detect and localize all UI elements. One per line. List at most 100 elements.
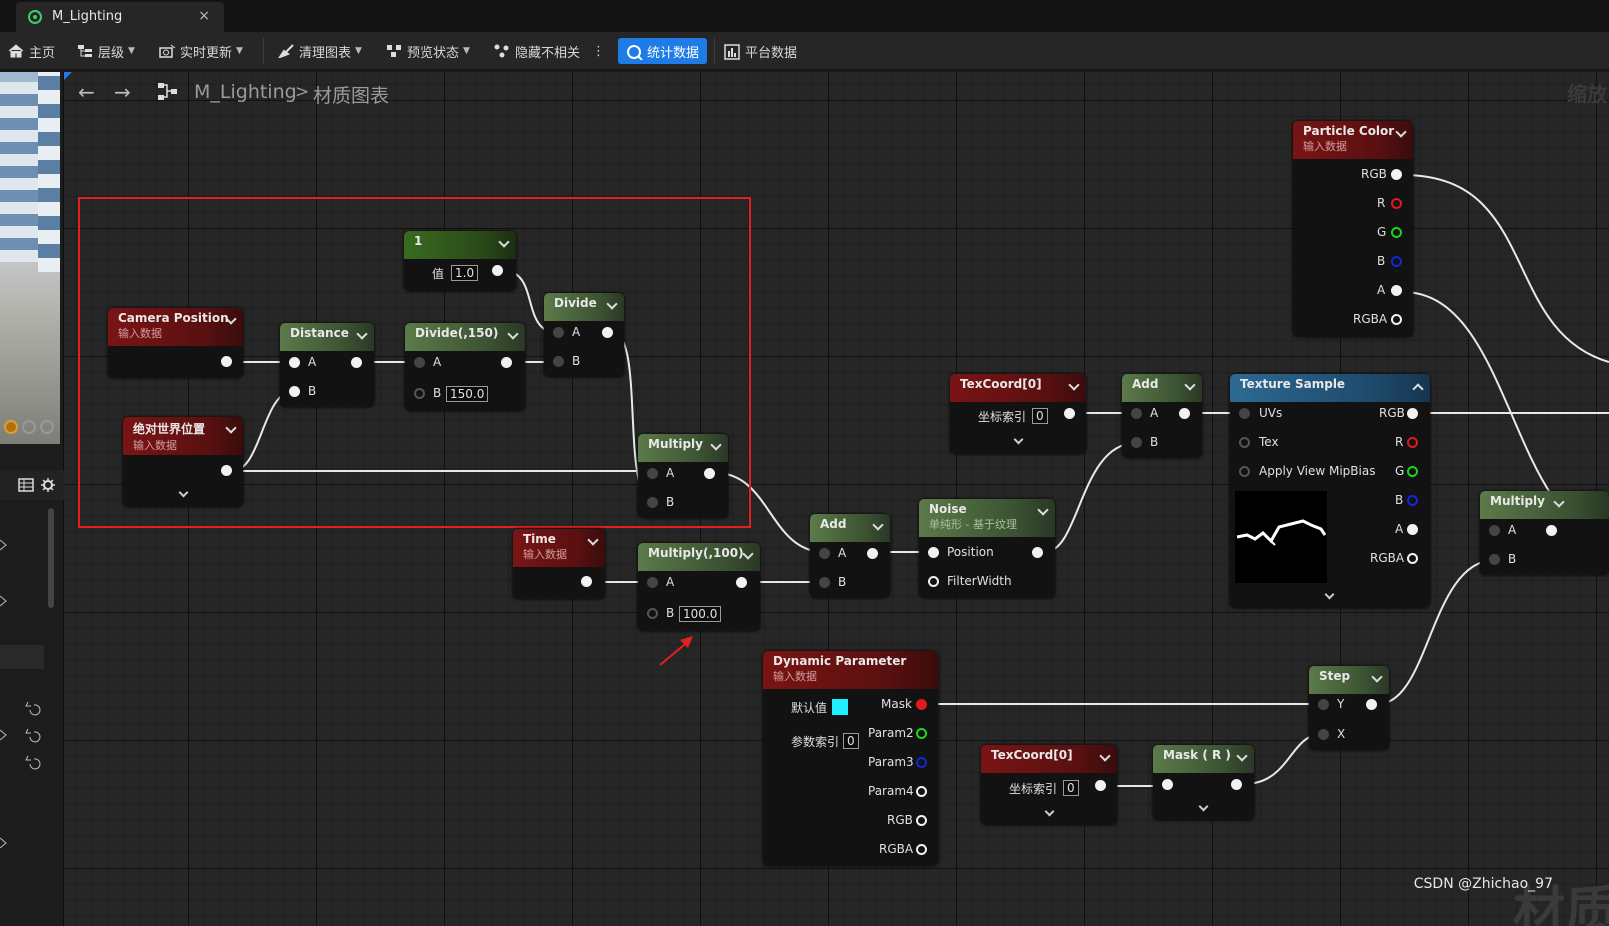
stats-button[interactable]: 统计数据 [618,38,708,64]
output-pin-param3[interactable] [916,757,927,768]
home-button[interactable]: 主页 [8,38,55,64]
output-pin-rgba[interactable] [1407,553,1418,564]
output-pin-rgb[interactable] [916,815,927,826]
particle-color-node[interactable]: Particle Color 输入数据 RGB R G B A RGBA [1293,121,1413,337]
expand-chevron-icon[interactable] [1324,589,1335,600]
output-pin-b[interactable] [1407,495,1418,506]
output-pin[interactable] [736,577,747,588]
input-pin-b[interactable] [414,388,425,399]
input-pin-a[interactable] [647,468,658,479]
output-pin[interactable] [581,576,592,587]
output-pin[interactable] [1366,699,1377,710]
add-node[interactable]: Add A B [1122,374,1202,458]
input-pin-b[interactable] [647,608,658,619]
index-field[interactable]: 0 [1032,408,1048,424]
preview-viewport[interactable] [0,72,60,444]
output-pin[interactable] [501,357,512,368]
index-field[interactable]: 0 [1063,780,1079,796]
input-pin-a[interactable] [289,357,300,368]
multiply-node[interactable]: Multiply A B [1480,491,1609,575]
expand-chevron-icon[interactable] [1013,434,1024,445]
more-options-button[interactable]: ⋮ [592,38,605,64]
output-pin-a[interactable] [1407,524,1418,535]
input-pin-a[interactable] [553,327,564,338]
expand-chevron-icon[interactable] [1198,801,1209,812]
output-pin-param2[interactable] [916,728,927,739]
divide-150-node[interactable]: Divide(,150) A B 150.0 [405,323,525,411]
add-node[interactable]: Add A B [810,514,890,598]
output-pin[interactable] [221,465,232,476]
expand-chevron-icon[interactable] [178,487,189,498]
output-pin-g[interactable] [1407,466,1418,477]
absolute-world-position-node[interactable]: 绝对世界位置 输入数据 [123,417,243,507]
gear-icon[interactable] [40,477,56,493]
divide-node[interactable]: Divide A B [544,293,624,377]
output-pin[interactable] [1064,408,1075,419]
clean-graph-button[interactable]: 清理图表 ▼ [277,38,362,64]
output-pin[interactable] [1231,779,1242,790]
input-pin-y[interactable] [1318,699,1329,710]
output-pin-rgb[interactable] [1391,169,1402,180]
back-arrow-icon[interactable]: ← [78,80,95,104]
output-pin-rgba[interactable] [1391,314,1402,325]
grid-icon[interactable] [18,478,34,492]
hierarchy-button[interactable]: 层级 ▼ [77,38,135,64]
plane-icon[interactable] [40,420,54,434]
param-index-field[interactable]: 0 [843,733,859,749]
texcoord-node[interactable]: TexCoord[0] 坐标索引 0 [981,745,1117,825]
noise-node[interactable]: Noise 单纯形 - 基于纹理 Position FilterWidth [919,499,1055,598]
output-pin[interactable] [867,548,878,559]
output-pin[interactable] [221,356,232,367]
texcoord-node[interactable]: TexCoord[0] 坐标索引 0 [950,374,1086,454]
input-pin-a[interactable] [414,357,425,368]
output-pin-rgb[interactable] [1407,408,1418,419]
breadcrumb-graph[interactable]: 材质图表 [313,81,389,108]
input-pin-a[interactable] [647,577,658,588]
step-node[interactable]: Step Y X [1309,666,1389,750]
output-pin-r[interactable] [1407,437,1418,448]
output-pin-rgba[interactable] [916,844,927,855]
multiply-node[interactable]: Multiply A B [638,434,728,518]
texture-sample-node[interactable]: Texture Sample UVs Tex Apply View MipBia… [1230,374,1430,608]
default-color-swatch[interactable] [832,699,848,715]
output-pin-mask[interactable] [916,699,927,710]
b-value-field[interactable]: 100.0 [679,606,722,622]
output-pin[interactable] [492,265,503,276]
input-pin-position[interactable] [928,547,939,558]
input-pin-a[interactable] [819,548,830,559]
output-pin[interactable] [1179,408,1190,419]
multiply-100-node[interactable]: Multiply(,100) A B 100.0 [638,543,760,631]
output-pin-r[interactable] [1391,198,1402,209]
output-pin[interactable] [602,327,613,338]
camera-position-node[interactable]: Camera Position 输入数据 [108,308,243,378]
input-pin-b[interactable] [1489,554,1500,565]
time-node[interactable]: Time 输入数据 [513,529,605,599]
output-pin[interactable] [1546,525,1557,536]
input-pin-b[interactable] [553,356,564,367]
output-pin-g[interactable] [1391,227,1402,238]
output-pin-param4[interactable] [916,786,927,797]
dynamic-parameter-node[interactable]: Dynamic Parameter 输入数据 默认值 参数索引 0 Mask Pa… [763,651,938,866]
input-pin-tex[interactable] [1239,437,1250,448]
cylinder-icon[interactable] [22,420,36,434]
document-tab[interactable]: M_Lighting × [16,2,224,32]
forward-arrow-icon[interactable]: → [114,80,131,104]
close-icon[interactable]: × [198,8,210,24]
live-update-button[interactable]: 实时更新 ▼ [159,38,243,64]
value-field[interactable]: 1.0 [451,265,479,281]
input-pin-filterwidth[interactable] [928,576,939,587]
input-pin-x[interactable] [1318,729,1329,740]
output-pin[interactable] [1095,780,1106,791]
output-pin[interactable] [704,468,715,479]
input-pin-b[interactable] [819,577,830,588]
preview-state-button[interactable]: 预览状态 ▼ [386,38,470,64]
input-pin-b[interactable] [647,497,658,508]
output-pin[interactable] [1032,547,1043,558]
input-pin-mipbias[interactable] [1239,466,1250,477]
input-pin[interactable] [1162,779,1173,790]
input-pin-uvs[interactable] [1239,408,1250,419]
output-pin[interactable] [351,357,362,368]
b-value-field[interactable]: 150.0 [446,386,489,402]
output-pin-b[interactable] [1391,256,1402,267]
mask-r-node[interactable]: Mask ( R ) [1153,745,1254,820]
